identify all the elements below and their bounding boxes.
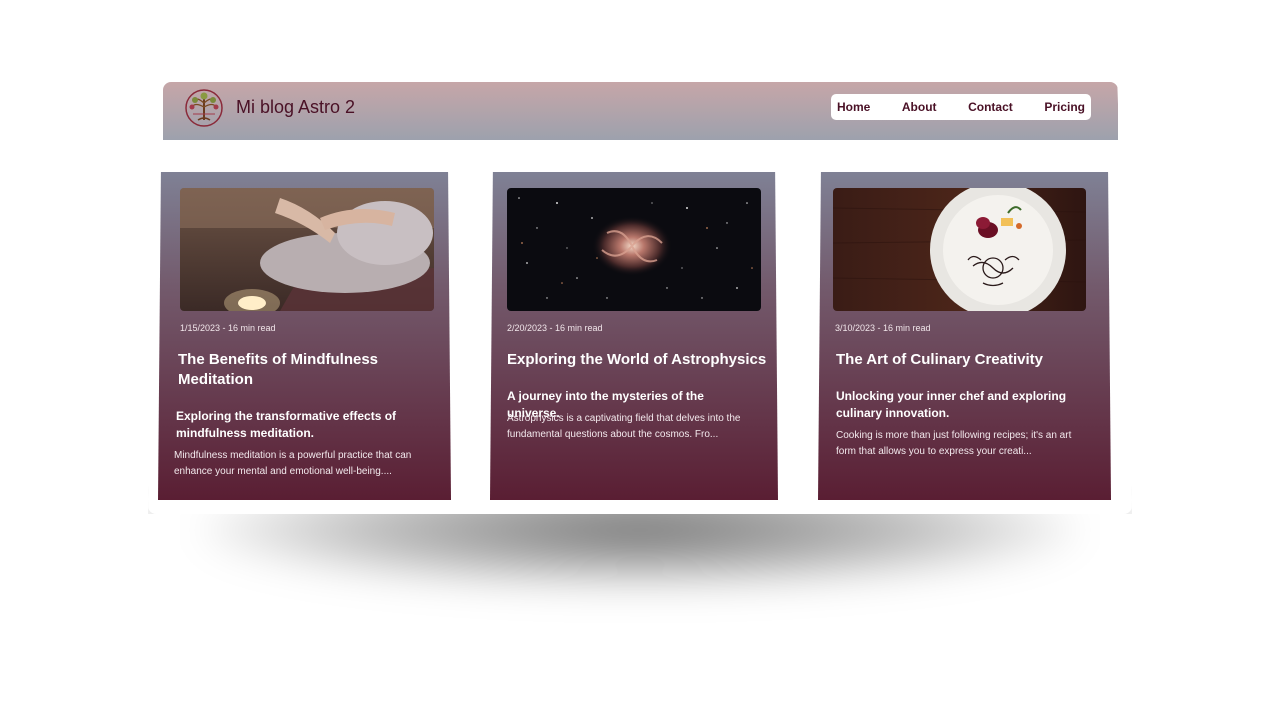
post-subtitle: Exploring the transformative effects of …	[176, 409, 397, 440]
post-meta: 2/20/2023 - 16 min read	[507, 323, 603, 333]
post-meta: 1/15/2023 - 16 min read	[180, 323, 276, 333]
nav-home-link[interactable]: Home	[837, 100, 870, 114]
stage: Mi blog Astro 2 Home About Contact Prici…	[0, 0, 1280, 720]
post-subtitle: Unlocking your inner chef and exploring …	[836, 389, 1067, 420]
post-title[interactable]: The Benefits of Mindfulness Meditation	[178, 350, 418, 390]
nav-about-link[interactable]: About	[902, 100, 937, 114]
post-excerpt: Mindfulness meditation is a powerful pra…	[174, 450, 412, 477]
meditation-image[interactable]	[180, 188, 434, 311]
post-card-culinary[interactable]: 3/10/2023 - 16 min read The Art of Culin…	[818, 172, 1111, 500]
nav-pricing-link[interactable]: Pricing	[1044, 100, 1085, 114]
dessert-plate-image[interactable]	[833, 188, 1086, 311]
post-card-astrophysics[interactable]: 2/20/2023 - 16 min read Exploring the Wo…	[490, 172, 778, 500]
post-title[interactable]: The Art of Culinary Creativity	[836, 350, 1076, 370]
post-excerpt: Astrophysics is a captivating field that…	[507, 413, 741, 440]
main-nav: Home About Contact Pricing	[831, 94, 1091, 120]
site-title[interactable]: Mi blog Astro 2	[236, 97, 355, 118]
browser-window: Mi blog Astro 2 Home About Contact Prici…	[148, 82, 1132, 514]
nav-contact-link[interactable]: Contact	[968, 100, 1013, 114]
post-excerpt: Cooking is more than just following reci…	[836, 430, 1072, 457]
post-title[interactable]: Exploring the World of Astrophysics	[507, 350, 767, 370]
post-meta: 3/10/2023 - 16 min read	[835, 323, 931, 333]
galaxy-image[interactable]	[507, 188, 761, 311]
post-card-mindfulness[interactable]: 1/15/2023 - 16 min read The Benefits of …	[158, 172, 451, 500]
site-header: Mi blog Astro 2 Home About Contact Prici…	[163, 82, 1118, 140]
tree-logo-icon[interactable]	[183, 87, 225, 129]
